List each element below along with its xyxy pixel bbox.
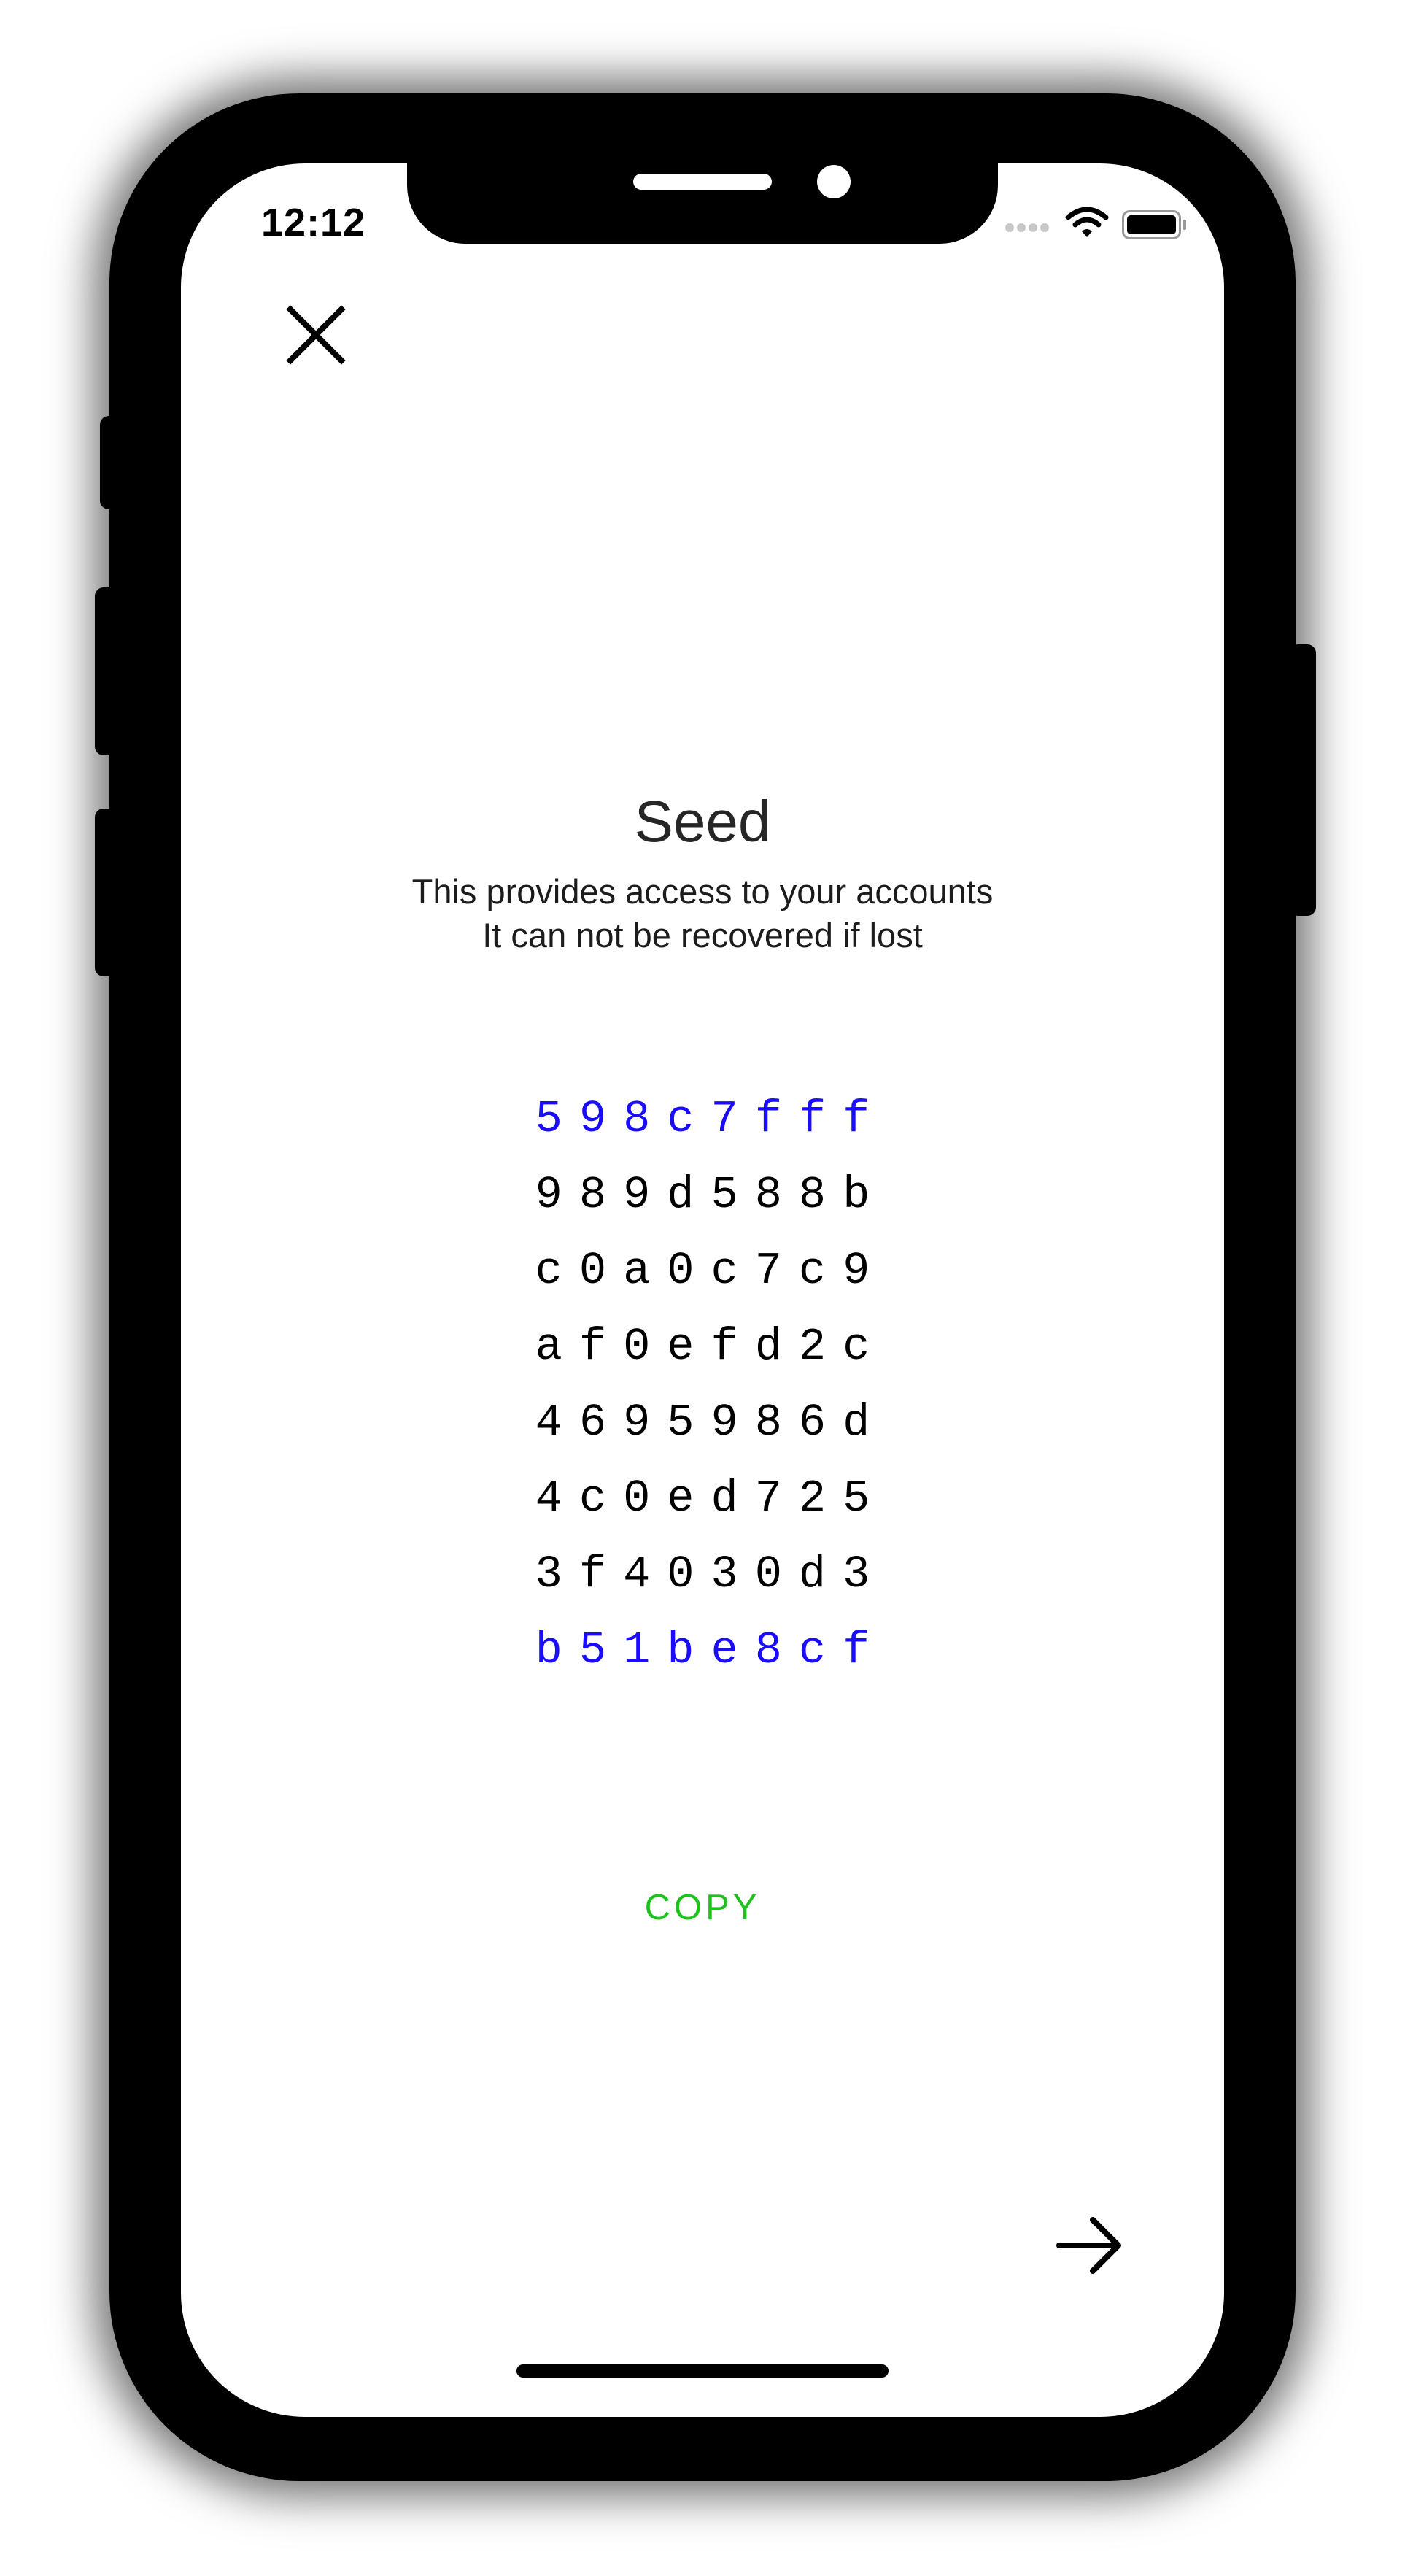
copy-button[interactable]: COPY xyxy=(557,1875,848,1940)
seed-line: b51be8cf xyxy=(535,1624,887,1676)
arrow-right-icon xyxy=(1056,2217,1121,2274)
subtitle-access: This provides access to your accounts xyxy=(411,872,994,911)
home-indicator[interactable] xyxy=(516,2364,889,2378)
status-indicators xyxy=(1005,206,1195,242)
wifi-icon xyxy=(1065,207,1109,237)
status-time: 12:12 xyxy=(261,201,366,244)
seed-line: 3f4030d3 xyxy=(535,1549,887,1600)
volume-up-button xyxy=(95,587,124,755)
seed-line: c0a0c7c9 xyxy=(535,1245,887,1297)
close-icon xyxy=(286,305,346,365)
speaker-grille xyxy=(633,174,772,190)
seed-line: 4c0ed725 xyxy=(535,1473,887,1524)
front-camera xyxy=(817,165,851,198)
seed-phrase: 598c7fff 989d588b c0a0c7c9 af0efd2c 4695… xyxy=(181,1081,1224,1689)
close-button[interactable] xyxy=(283,302,349,368)
next-button[interactable] xyxy=(1049,2205,1129,2286)
seed-line: 4695986d xyxy=(535,1397,887,1449)
notch xyxy=(407,163,998,244)
volume-down-button xyxy=(95,809,124,976)
cellular-signal-icon xyxy=(1005,223,1049,232)
power-button xyxy=(1290,644,1316,916)
seed-line: af0efd2c xyxy=(535,1321,887,1373)
seed-line: 989d588b xyxy=(535,1169,887,1221)
seed-line: 598c7fff xyxy=(535,1093,887,1145)
app-screen: 12:12 Seed This provides access to your … xyxy=(181,163,1224,2417)
page-title: Seed xyxy=(634,789,771,854)
subtitle-warning: It can not be recovered if lost xyxy=(482,916,923,955)
battery-icon xyxy=(1122,210,1186,239)
silent-switch xyxy=(100,416,125,509)
